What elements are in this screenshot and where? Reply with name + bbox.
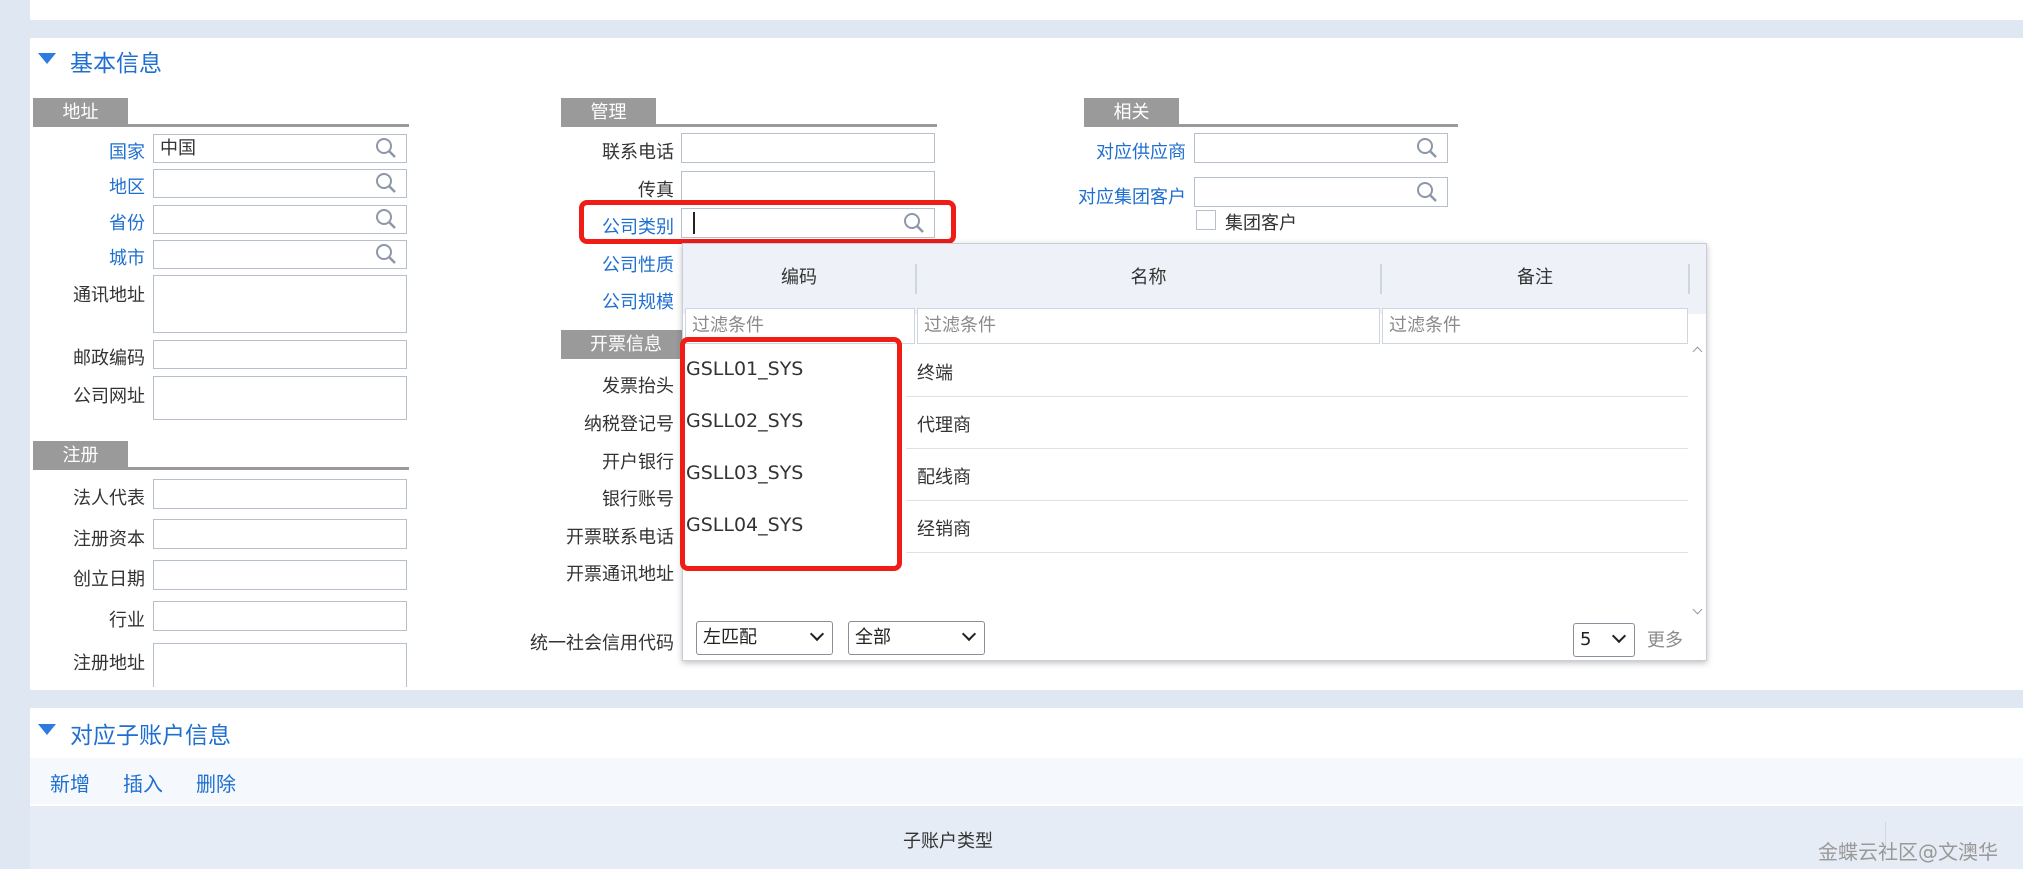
scroll-up-arrow-icon[interactable] [1692, 346, 1703, 357]
insert-button[interactable]: 插入 [123, 768, 163, 797]
reg-address-label: 注册地址 [73, 653, 145, 674]
group-tab-management: 管理 [561, 98, 656, 127]
group-underline-related [1084, 124, 1458, 127]
founded-date-label: 创立日期 [73, 569, 145, 590]
industry-field[interactable] [153, 601, 407, 631]
row-divider [906, 500, 1688, 501]
reg-address-textarea[interactable] [153, 643, 407, 687]
lookup-row-name[interactable]: 终端 [917, 359, 953, 385]
collapse-triangle-icon[interactable] [38, 724, 56, 735]
fax-label: 传真 [638, 180, 674, 201]
highlight-box-code-column [680, 337, 902, 571]
filter-input-remark[interactable]: 过滤条件 [1382, 308, 1688, 344]
page-size-value: 5 [1580, 629, 1592, 650]
search-icon[interactable] [375, 137, 397, 159]
country-field[interactable]: 中国 [153, 134, 407, 163]
search-icon[interactable] [1416, 137, 1438, 159]
collapse-triangle-icon[interactable] [38, 53, 56, 64]
legal-rep-label: 法人代表 [73, 488, 145, 509]
group-tab-address: 地址 [33, 98, 128, 127]
group-underline-registration [33, 467, 409, 470]
column-divider[interactable] [1688, 264, 1690, 294]
chevron-down-icon [961, 626, 977, 642]
website-label: 公司网址 [73, 386, 145, 407]
basic-info-title: 基本信息 [70, 51, 162, 77]
search-icon[interactable] [375, 172, 397, 194]
website-field[interactable] [153, 376, 407, 420]
region-label[interactable]: 地区 [109, 173, 145, 199]
industry-label: 行业 [109, 610, 145, 631]
invoice-address-label: 开票通讯地址 [566, 564, 674, 585]
fax-field[interactable] [681, 171, 935, 201]
scroll-down-arrow-icon[interactable] [1692, 604, 1703, 615]
group-tab-invoice: 开票信息 [561, 330, 691, 359]
city-field[interactable] [153, 240, 407, 269]
postal-code-label: 邮政编码 [73, 348, 145, 369]
sub-account-type-column[interactable]: 子账户类型 [903, 827, 993, 853]
highlight-box-company-type [579, 200, 956, 244]
legal-rep-field[interactable] [153, 479, 407, 509]
sub-account-grid-header [30, 806, 2023, 869]
group-underline-address [33, 124, 409, 127]
lookup-row-name[interactable]: 配线商 [917, 463, 971, 489]
scope-value: 全部 [855, 627, 891, 648]
filter-input-name[interactable]: 过滤条件 [917, 308, 1380, 344]
supplier-label[interactable]: 对应供应商 [1096, 138, 1186, 164]
country-label[interactable]: 国家 [109, 138, 145, 164]
reg-capital-label: 注册资本 [73, 529, 145, 550]
province-label[interactable]: 省份 [109, 209, 145, 235]
sub-account-toolbar [30, 758, 2023, 804]
invoice-title-label: 发票抬头 [602, 376, 674, 397]
group-customer-checkbox[interactable] [1196, 210, 1216, 230]
lookup-row-name[interactable]: 代理商 [917, 411, 971, 437]
company-scale-label[interactable]: 公司规模 [602, 288, 674, 314]
lookup-column-remark[interactable]: 备注 [1382, 258, 1688, 298]
mail-address-textarea[interactable] [153, 275, 407, 333]
lookup-column-code[interactable]: 编码 [683, 258, 915, 298]
add-button[interactable]: 新增 [50, 768, 90, 797]
postal-code-field[interactable] [153, 340, 407, 369]
chevron-down-icon [809, 626, 825, 642]
company-nature-label[interactable]: 公司性质 [602, 251, 674, 277]
match-mode-select[interactable]: 左匹配 [696, 621, 833, 655]
search-icon[interactable] [375, 208, 397, 230]
row-divider [906, 396, 1688, 397]
phone-field[interactable] [681, 133, 935, 163]
watermark: 金蝶云社区@文澳华 [1818, 840, 1998, 864]
scope-select[interactable]: 全部 [848, 621, 985, 655]
mail-address-label: 通讯地址 [73, 285, 145, 306]
group-customer-checkbox-label: 集团客户 [1225, 213, 1297, 234]
reg-capital-field[interactable] [153, 519, 407, 549]
chevron-down-icon [1611, 628, 1627, 644]
top-panel-strip [30, 0, 2023, 20]
lookup-row-name[interactable]: 经销商 [917, 515, 971, 541]
phone-label: 联系电话 [602, 142, 674, 163]
row-divider [906, 552, 1688, 553]
group-tab-registration: 注册 [33, 441, 128, 470]
row-divider [906, 448, 1688, 449]
region-field[interactable] [153, 169, 407, 198]
group-customer-label[interactable]: 对应集团客户 [1078, 183, 1186, 209]
bank-label: 开户银行 [602, 452, 674, 473]
supplier-field[interactable] [1194, 133, 1448, 163]
sub-account-title: 对应子账户信息 [70, 723, 231, 749]
invoice-phone-label: 开票联系电话 [566, 527, 674, 548]
group-customer-field[interactable] [1194, 177, 1448, 207]
group-underline-management [561, 124, 937, 127]
lookup-column-name[interactable]: 名称 [917, 258, 1380, 298]
group-tab-related: 相关 [1084, 98, 1179, 127]
founded-date-field[interactable] [153, 560, 407, 590]
delete-button[interactable]: 删除 [196, 768, 236, 797]
group-underline-invoice [561, 356, 681, 359]
page-size-select[interactable]: 5 [1573, 623, 1635, 657]
search-icon[interactable] [375, 243, 397, 265]
match-mode-value: 左匹配 [703, 627, 757, 648]
tax-no-label: 纳税登记号 [584, 414, 674, 435]
city-label[interactable]: 城市 [109, 244, 145, 270]
search-icon[interactable] [1416, 181, 1438, 203]
more-link[interactable]: 更多 [1647, 626, 1683, 652]
credit-code-label: 统一社会信用代码 [530, 633, 674, 654]
province-field[interactable] [153, 205, 407, 234]
account-label: 银行账号 [602, 489, 674, 510]
